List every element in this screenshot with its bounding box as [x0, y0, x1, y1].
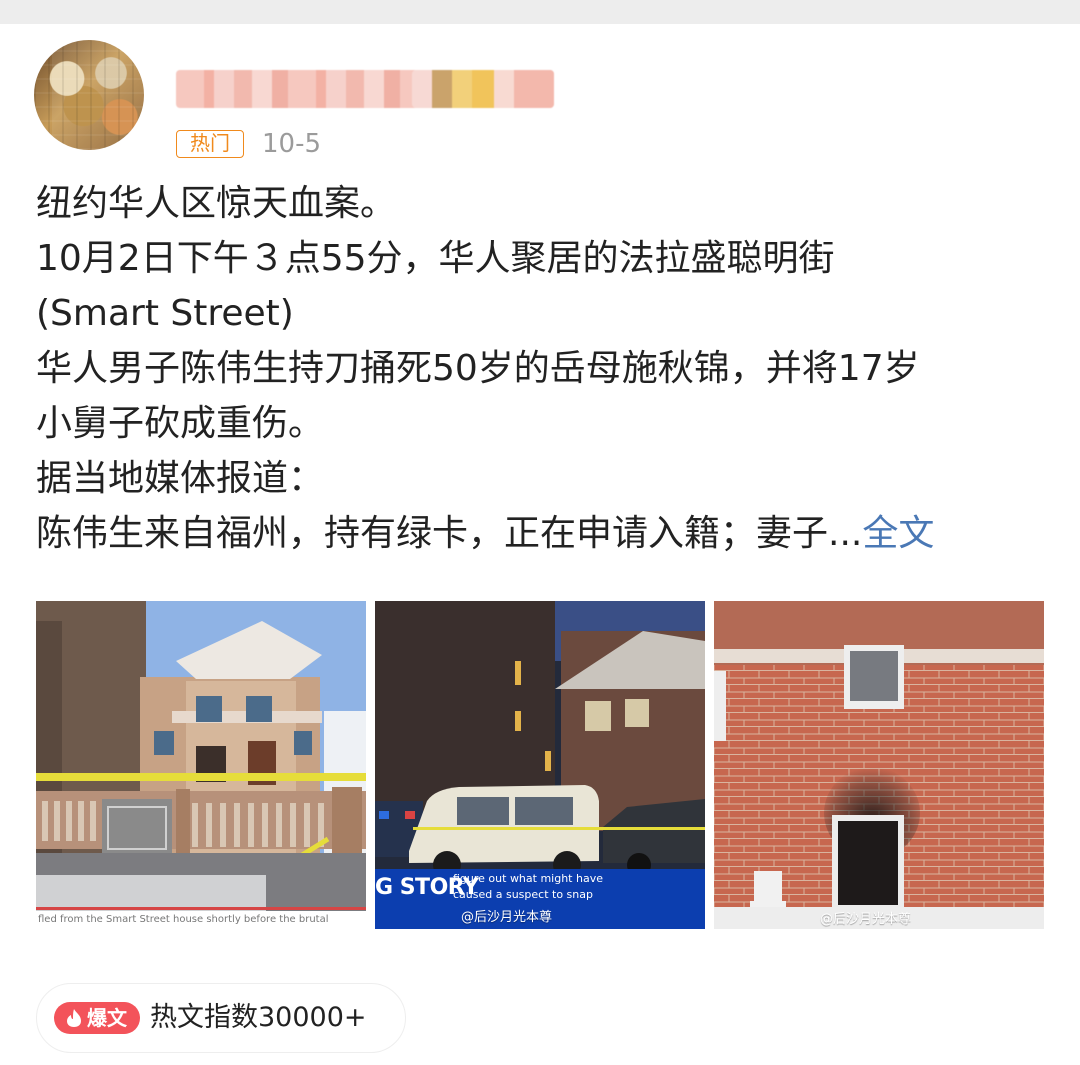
photo-caption: fled from the Smart Street house shortly… [36, 911, 366, 929]
watermark: @后沙月光本尊 [461, 910, 553, 925]
photo-burned-window[interactable]: @后沙月光本尊 [714, 601, 1044, 929]
photo-grid: fled from the Smart Street house shortly… [36, 601, 1044, 929]
burst-label-text: 爆文 [87, 1006, 127, 1030]
house-illustration [36, 601, 366, 929]
full-text-link[interactable]: 全文 [862, 513, 934, 554]
news-ticker-subtitle: figure out what might have [453, 872, 603, 885]
content-line: 据当地媒体报道： [36, 458, 325, 499]
flame-icon [67, 1009, 81, 1027]
hot-tag: 热门 [176, 130, 244, 158]
brick-wall-illustration [714, 601, 1044, 929]
burst-label: 爆文 [54, 1002, 140, 1034]
content-line: (Smart Street) [36, 293, 294, 334]
content-line: 华人男子陈伟生持刀捅死50岁的岳母施秋锦，并将17岁 [36, 348, 920, 389]
watermark: @后沙月光本尊 [820, 912, 912, 927]
photo-house[interactable]: fled from the Smart Street house shortly… [36, 601, 366, 929]
username-blurred[interactable] [176, 70, 554, 108]
content-line-text: 陈伟生来自福州，持有绿卡，正在申请入籍；妻子... [36, 513, 863, 554]
news-ticker-subtitle: caused a suspect to snap [453, 888, 593, 901]
content-line: 陈伟生来自福州，持有绿卡，正在申请入籍；妻子...全文 [36, 506, 1046, 561]
hot-index-text: 热文指数30000+ [150, 1002, 367, 1033]
post-content[interactable]: 纽约华人区惊天血案。 10月2日下午３点55分，华人聚居的法拉盛聪明街 (Sma… [36, 176, 1046, 561]
post-date: 10-5 [262, 129, 322, 159]
photo-news[interactable]: G STORY figure out what might have cause… [375, 601, 705, 929]
content-line: 10月2日下午３点55分，华人聚居的法拉盛聪明街 [36, 238, 835, 279]
avatar[interactable] [34, 40, 144, 150]
content-line: 纽约华人区惊天血案。 [36, 183, 397, 224]
content-line: 小舅子砍成重伤。 [36, 403, 325, 444]
